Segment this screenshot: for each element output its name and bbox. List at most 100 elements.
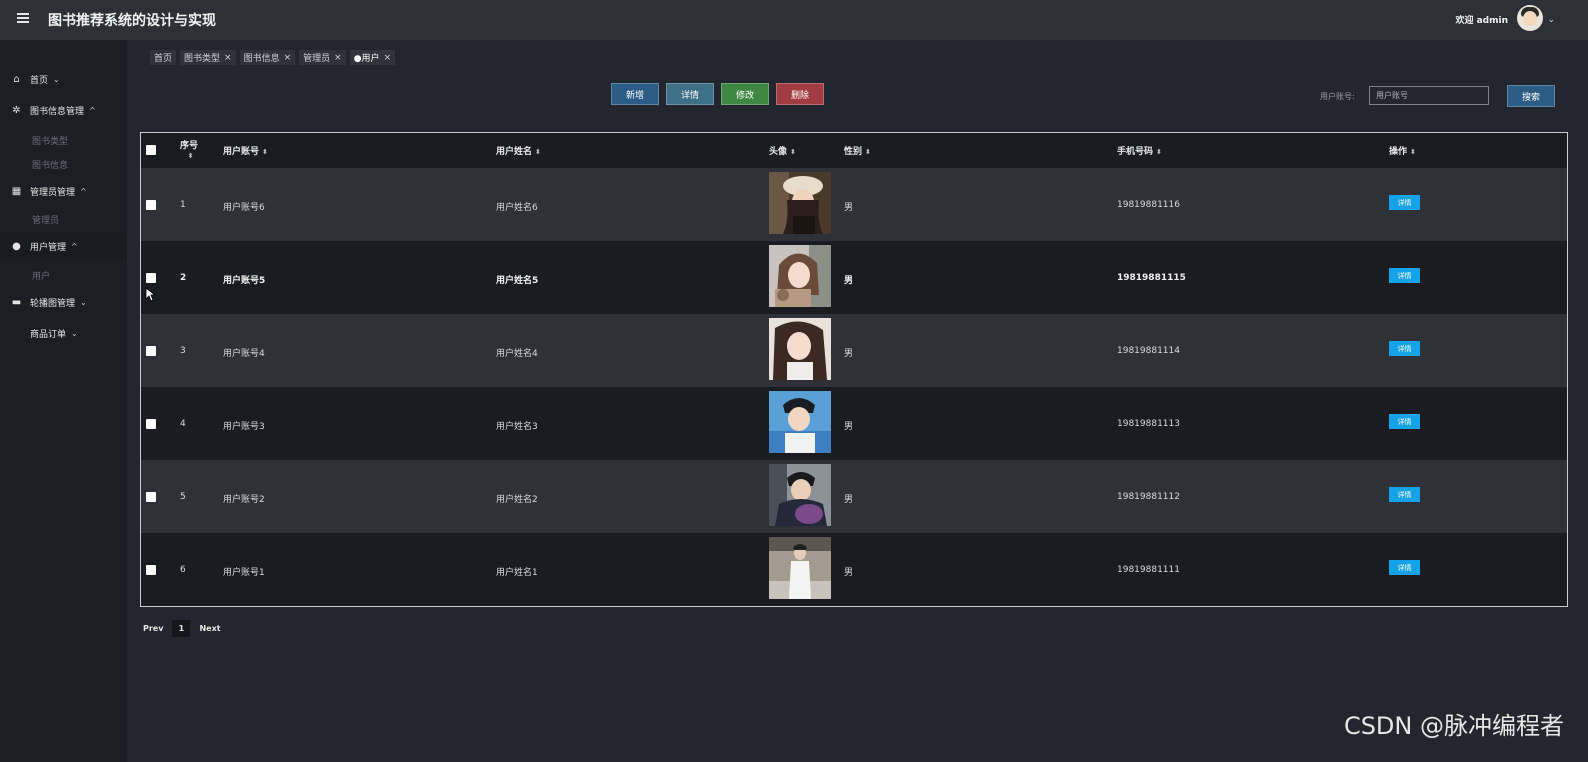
table-row[interactable]: 1 用户账号6 用户姓名6 男 19819881116 详情 bbox=[141, 168, 1567, 241]
cell-account: 用户账号3 bbox=[223, 422, 265, 432]
sidebar-item-label: 首页 bbox=[30, 75, 49, 86]
cell-index: 2 bbox=[180, 273, 187, 283]
close-icon[interactable]: × bbox=[224, 53, 232, 63]
row-checkbox[interactable] bbox=[146, 200, 156, 210]
row-detail-button[interactable]: 详情 bbox=[1389, 487, 1420, 502]
prev-page-button[interactable]: Prev bbox=[143, 624, 163, 633]
row-detail-button[interactable]: 详情 bbox=[1389, 560, 1420, 575]
chevron-down-icon: ⌄ bbox=[80, 297, 87, 307]
cell-account: 用户账号2 bbox=[223, 495, 265, 505]
column-phone[interactable]: 手机号码 ⬍ bbox=[1117, 144, 1162, 157]
cell-account: 用户账号4 bbox=[223, 349, 265, 359]
sidebar-subitem-admin[interactable]: 管理员 bbox=[32, 213, 59, 226]
page-number-button[interactable]: 1 bbox=[172, 620, 191, 637]
cell-index: 6 bbox=[180, 565, 186, 575]
cell-phone: 19819881115 bbox=[1117, 273, 1186, 283]
column-action[interactable]: 操作 ⬍ bbox=[1389, 144, 1416, 157]
home-icon: ⌂ bbox=[13, 73, 20, 85]
app-title: 图书推荐系统的设计与实现 bbox=[48, 13, 216, 29]
column-name[interactable]: 用户姓名 ⬍ bbox=[496, 144, 541, 157]
cell-gender: 男 bbox=[844, 276, 854, 286]
row-checkbox[interactable] bbox=[146, 492, 156, 502]
user-avatar-image bbox=[769, 537, 831, 599]
cell-account: 用户账号5 bbox=[223, 276, 266, 286]
row-detail-button[interactable]: 详情 bbox=[1389, 195, 1420, 210]
table-row[interactable]: 4 用户账号3 用户姓名3 男 19819881113 详情 bbox=[141, 387, 1567, 460]
sort-icon: ⬍ bbox=[262, 148, 268, 156]
chevron-down-icon[interactable]: ⌄ bbox=[1547, 15, 1555, 25]
sidebar-subitem-book-info[interactable]: 图书信息 bbox=[32, 158, 68, 171]
column-label: 手机号码 bbox=[1117, 147, 1154, 157]
column-label: 头像 bbox=[769, 147, 788, 157]
sort-icon: ⬍ bbox=[865, 148, 871, 156]
tab-book-info[interactable]: 图书信息 × bbox=[239, 50, 296, 65]
column-avatar[interactable]: 头像 ⬍ bbox=[769, 144, 796, 157]
pagination: Prev 1 Next bbox=[143, 620, 221, 637]
tab-users[interactable]: ●用户 × bbox=[349, 50, 396, 65]
cell-phone: 19819881112 bbox=[1117, 492, 1180, 502]
close-icon[interactable]: × bbox=[284, 53, 292, 63]
close-icon[interactable]: × bbox=[384, 53, 392, 63]
sidebar-item-home[interactable]: ⌂ 首页 ⌄ bbox=[0, 65, 127, 93]
sidebar-subitem-users[interactable]: 用户 bbox=[32, 269, 50, 282]
welcome-text: 欢迎 admin bbox=[1455, 16, 1508, 26]
row-checkbox[interactable] bbox=[146, 565, 156, 575]
cell-gender: 男 bbox=[844, 568, 854, 578]
delete-button[interactable]: 删除 bbox=[776, 83, 824, 105]
table-row[interactable]: 2 用户账号5 用户姓名5 男 19819881115 详情 bbox=[141, 241, 1567, 314]
sidebar-item-label: 用户管理 bbox=[30, 242, 67, 253]
sort-icon: ⬍ bbox=[790, 148, 796, 156]
sidebar-item-orders[interactable]: 商品订单 ⌄ bbox=[0, 319, 127, 347]
search-button[interactable]: 搜索 bbox=[1507, 85, 1555, 107]
row-checkbox[interactable] bbox=[146, 346, 156, 356]
row-detail-button[interactable]: 详情 bbox=[1389, 341, 1420, 356]
table-row[interactable]: 5 用户账号2 用户姓名2 男 19819881112 详情 bbox=[141, 460, 1567, 533]
user-icon: ● bbox=[12, 240, 21, 252]
tab-home[interactable]: 首页 bbox=[150, 50, 177, 65]
cell-name: 用户姓名2 bbox=[496, 495, 538, 505]
detail-button[interactable]: 详情 bbox=[666, 83, 714, 105]
column-gender[interactable]: 性别 ⬍ bbox=[844, 144, 871, 157]
search-input[interactable] bbox=[1369, 86, 1489, 105]
sort-icon: ⬍ bbox=[187, 152, 194, 160]
tab-admin[interactable]: 管理员 × bbox=[299, 50, 346, 65]
cell-gender: 男 bbox=[844, 203, 854, 213]
chevron-up-icon: ^ bbox=[89, 105, 96, 115]
cell-index: 5 bbox=[180, 492, 186, 502]
cell-name: 用户姓名5 bbox=[496, 276, 539, 286]
table-row[interactable]: 3 用户账号4 用户姓名4 男 19819881114 详情 bbox=[141, 314, 1567, 387]
tab-bar: 首页 图书类型 × 图书信息 × 管理员 × ●用户 × bbox=[150, 50, 396, 65]
cell-gender: 男 bbox=[844, 495, 854, 505]
cell-phone: 19819881114 bbox=[1117, 346, 1180, 356]
row-checkbox[interactable] bbox=[146, 419, 156, 429]
chevron-down-icon: ⌄ bbox=[71, 328, 78, 338]
row-checkbox[interactable] bbox=[146, 273, 156, 283]
sidebar-item-admin[interactable]: ▦ 管理员管理 ^ bbox=[0, 177, 127, 205]
user-avatar-image bbox=[769, 318, 831, 380]
sort-icon: ⬍ bbox=[1410, 148, 1416, 156]
edit-button[interactable]: 修改 bbox=[721, 83, 769, 105]
add-button[interactable]: 新增 bbox=[611, 83, 659, 105]
column-account[interactable]: 用户账号 ⬍ bbox=[223, 144, 268, 157]
row-detail-button[interactable]: 详情 bbox=[1389, 414, 1420, 429]
sidebar-item-users[interactable]: ● 用户管理 ^ bbox=[0, 232, 127, 260]
cell-name: 用户姓名3 bbox=[496, 422, 538, 432]
select-all-checkbox[interactable] bbox=[146, 145, 156, 155]
sidebar-item-carousel[interactable]: ▬ 轮播图管理 ⌄ bbox=[0, 288, 127, 316]
sidebar-subitem-book-type[interactable]: 图书类型 bbox=[32, 134, 68, 147]
next-page-button[interactable]: Next bbox=[199, 624, 220, 633]
menu-toggle-icon[interactable] bbox=[17, 13, 29, 25]
avatar[interactable] bbox=[1517, 5, 1543, 31]
search-label: 用户账号: bbox=[1320, 92, 1355, 101]
user-avatar-image bbox=[769, 464, 831, 526]
close-icon[interactable]: × bbox=[334, 53, 342, 63]
row-detail-button[interactable]: 详情 bbox=[1389, 268, 1420, 283]
cell-gender: 男 bbox=[844, 349, 854, 359]
user-avatar-image bbox=[769, 172, 831, 234]
cell-account: 用户账号1 bbox=[223, 568, 265, 578]
tab-label: 管理员 bbox=[303, 54, 331, 64]
sidebar-item-book-info[interactable]: ✲ 图书信息管理 ^ bbox=[0, 96, 127, 124]
table-row[interactable]: 6 用户账号1 用户姓名1 男 19819881111 详情 bbox=[141, 533, 1567, 606]
tab-book-type[interactable]: 图书类型 × bbox=[180, 50, 236, 65]
column-index[interactable]: 序号 ⬍ bbox=[180, 138, 198, 160]
